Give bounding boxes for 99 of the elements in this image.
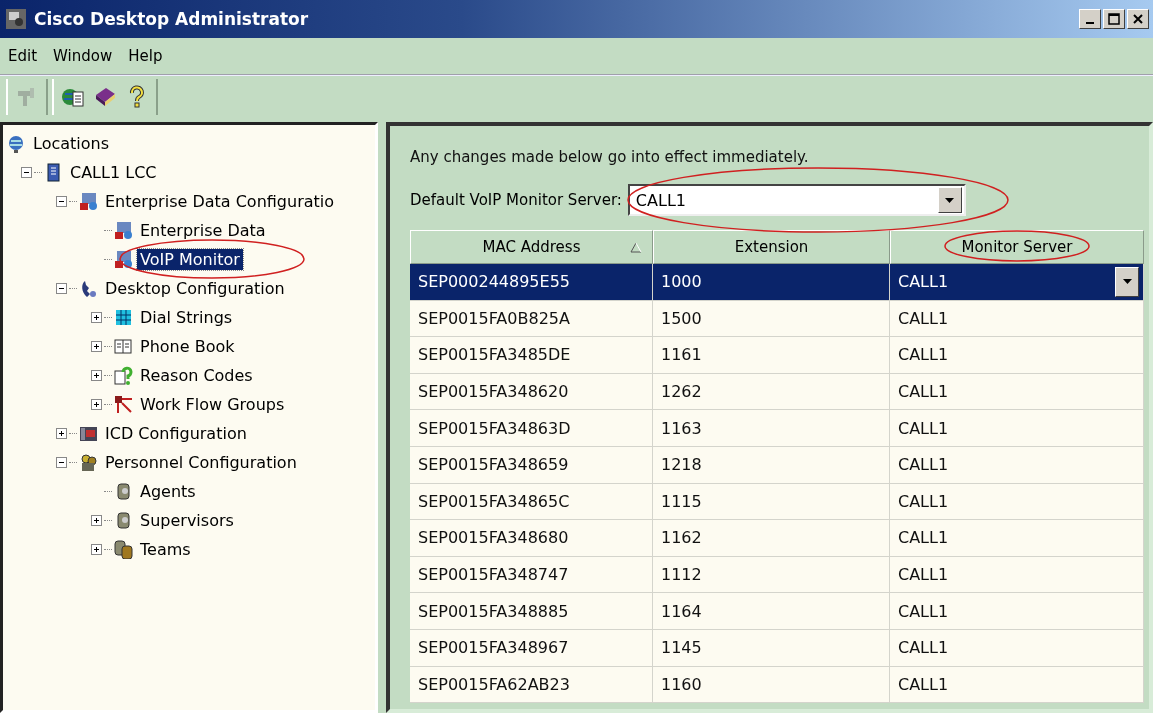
expand-toggle[interactable] — [91, 515, 102, 526]
close-button[interactable] — [1127, 9, 1149, 29]
maximize-button[interactable] — [1103, 9, 1125, 29]
expand-toggle[interactable] — [91, 399, 102, 410]
book-icon — [114, 337, 133, 356]
table-cell: SEP0015FA34863D — [410, 410, 653, 447]
table-cell: 1164 — [653, 593, 890, 630]
minimize-button[interactable] — [1079, 9, 1101, 29]
table-cell: 1160 — [653, 666, 890, 704]
tree-item[interactable]: Dial Strings — [137, 307, 236, 328]
book-icon — [93, 85, 117, 109]
tree-item[interactable]: CALL1 LCC — [67, 162, 160, 183]
table-cell: 1218 — [653, 446, 890, 484]
phone-icon — [79, 279, 98, 298]
people-icon — [114, 540, 133, 559]
expand-toggle[interactable] — [91, 341, 102, 352]
expand-toggle[interactable] — [56, 428, 67, 439]
table-cell: CALL1 — [890, 556, 1144, 594]
expand-toggle[interactable] — [91, 544, 102, 555]
table-cell: SEP0015FA348967 — [410, 629, 653, 667]
close-icon — [1133, 14, 1143, 24]
menu-item[interactable]: Window — [47, 45, 119, 67]
table-cell: SEP0015FA348885 — [410, 593, 653, 630]
table-cell: CALL1 — [890, 446, 1144, 484]
table-cell: CALL1 — [890, 337, 1144, 374]
table-cell: CALL1 — [890, 593, 1144, 630]
arrows-icon — [114, 395, 133, 414]
field-label: Default VoIP Monitor Server: — [410, 191, 622, 209]
window-title: Cisco Desktop Administrator — [34, 9, 310, 29]
minimize-icon — [1086, 22, 1094, 24]
tree-item[interactable]: Enterprise Data — [137, 220, 269, 241]
table-cell: 1163 — [653, 410, 890, 447]
collapse-toggle[interactable] — [56, 283, 67, 294]
server-icon — [44, 163, 63, 182]
table-cell: SEP0015FA348659 — [410, 446, 653, 484]
globe-icon — [7, 134, 26, 153]
tree-item[interactable]: Supervisors — [137, 510, 237, 531]
collapse-toggle[interactable] — [21, 167, 32, 178]
table-cell: 1115 — [653, 483, 890, 521]
table-cell: CALL1 — [890, 410, 1144, 447]
tree-item[interactable]: Reason Codes — [137, 365, 256, 386]
table-cell: SEP0015FA34865C — [410, 483, 653, 521]
notice-text: Any changes made below go into effect immediately. — [410, 148, 810, 166]
table-cell: CALL1 — [890, 666, 1144, 704]
table-cell: CALL1 — [890, 520, 1144, 557]
tree-item[interactable]: Agents — [137, 481, 199, 502]
tree-item[interactable]: Desktop Configuration — [102, 278, 288, 299]
tree-item[interactable]: Work Flow Groups — [137, 394, 288, 415]
menu-item[interactable]: Edit — [2, 45, 44, 67]
tree-item[interactable]: Locations — [30, 133, 112, 154]
column-header[interactable]: Monitor Server — [890, 230, 1144, 264]
person-icon — [114, 482, 133, 501]
dropdown-button[interactable] — [937, 187, 962, 213]
window-icon — [114, 250, 133, 269]
column-header[interactable]: MAC Address — [410, 230, 653, 264]
table-cell: 1162 — [653, 520, 890, 557]
table-cell: SEP0015FA3485DE — [410, 337, 653, 374]
table-cell: CALL1 — [890, 264, 1144, 301]
menu-item[interactable]: Help — [122, 45, 169, 67]
table-cell: SEP0015FA62AB23 — [410, 666, 653, 704]
table-cell: 1262 — [653, 373, 890, 411]
caret-icon — [1122, 279, 1132, 285]
table-cell: CALL1 — [890, 629, 1144, 667]
console-icon — [79, 424, 98, 443]
window-icon — [114, 221, 133, 240]
table-cell: 1161 — [653, 337, 890, 374]
table-cell: 1000 — [653, 264, 890, 301]
table-cell: SEP0015FA348680 — [410, 520, 653, 557]
person-icon — [114, 511, 133, 530]
maximize-icon — [1108, 13, 1120, 25]
table-cell: 1145 — [653, 629, 890, 667]
window-icon — [79, 192, 98, 211]
tree-item[interactable]: Enterprise Data Configuratio — [102, 191, 338, 212]
table-cell: SEP0015FA348620 — [410, 373, 653, 411]
question-icon — [114, 366, 133, 385]
table-cell: 1500 — [653, 300, 890, 338]
tree-item[interactable]: VoIP Monitor — [137, 249, 243, 270]
table-cell: CALL1 — [890, 300, 1144, 338]
app-icon — [6, 9, 26, 29]
expand-toggle[interactable] — [91, 370, 102, 381]
table-cell: CALL1 — [890, 373, 1144, 411]
collapse-toggle[interactable] — [56, 196, 67, 207]
table-cell: SEP0015FA0B825A — [410, 300, 653, 338]
people-icon — [79, 453, 98, 472]
tree-item[interactable]: ICD Configuration — [102, 423, 250, 444]
server-dropdown[interactable]: CALL1 — [627, 184, 966, 216]
table-cell: SEP0015FA348747 — [410, 556, 653, 594]
tree-item[interactable]: Phone Book — [137, 336, 238, 357]
table-cell: SEP000244895E55 — [410, 264, 653, 301]
caret-icon — [945, 197, 955, 203]
column-header[interactable]: Extension — [653, 230, 890, 264]
keypad-icon — [114, 308, 133, 327]
tree-item[interactable]: Personnel Configuration — [102, 452, 300, 473]
table-cell: 1112 — [653, 556, 890, 594]
tree-item[interactable]: Teams — [137, 539, 194, 560]
expand-toggle[interactable] — [91, 312, 102, 323]
table-cell: CALL1 — [890, 483, 1144, 521]
collapse-toggle[interactable] — [56, 457, 67, 468]
cell-dropdown-button[interactable] — [1115, 266, 1139, 297]
